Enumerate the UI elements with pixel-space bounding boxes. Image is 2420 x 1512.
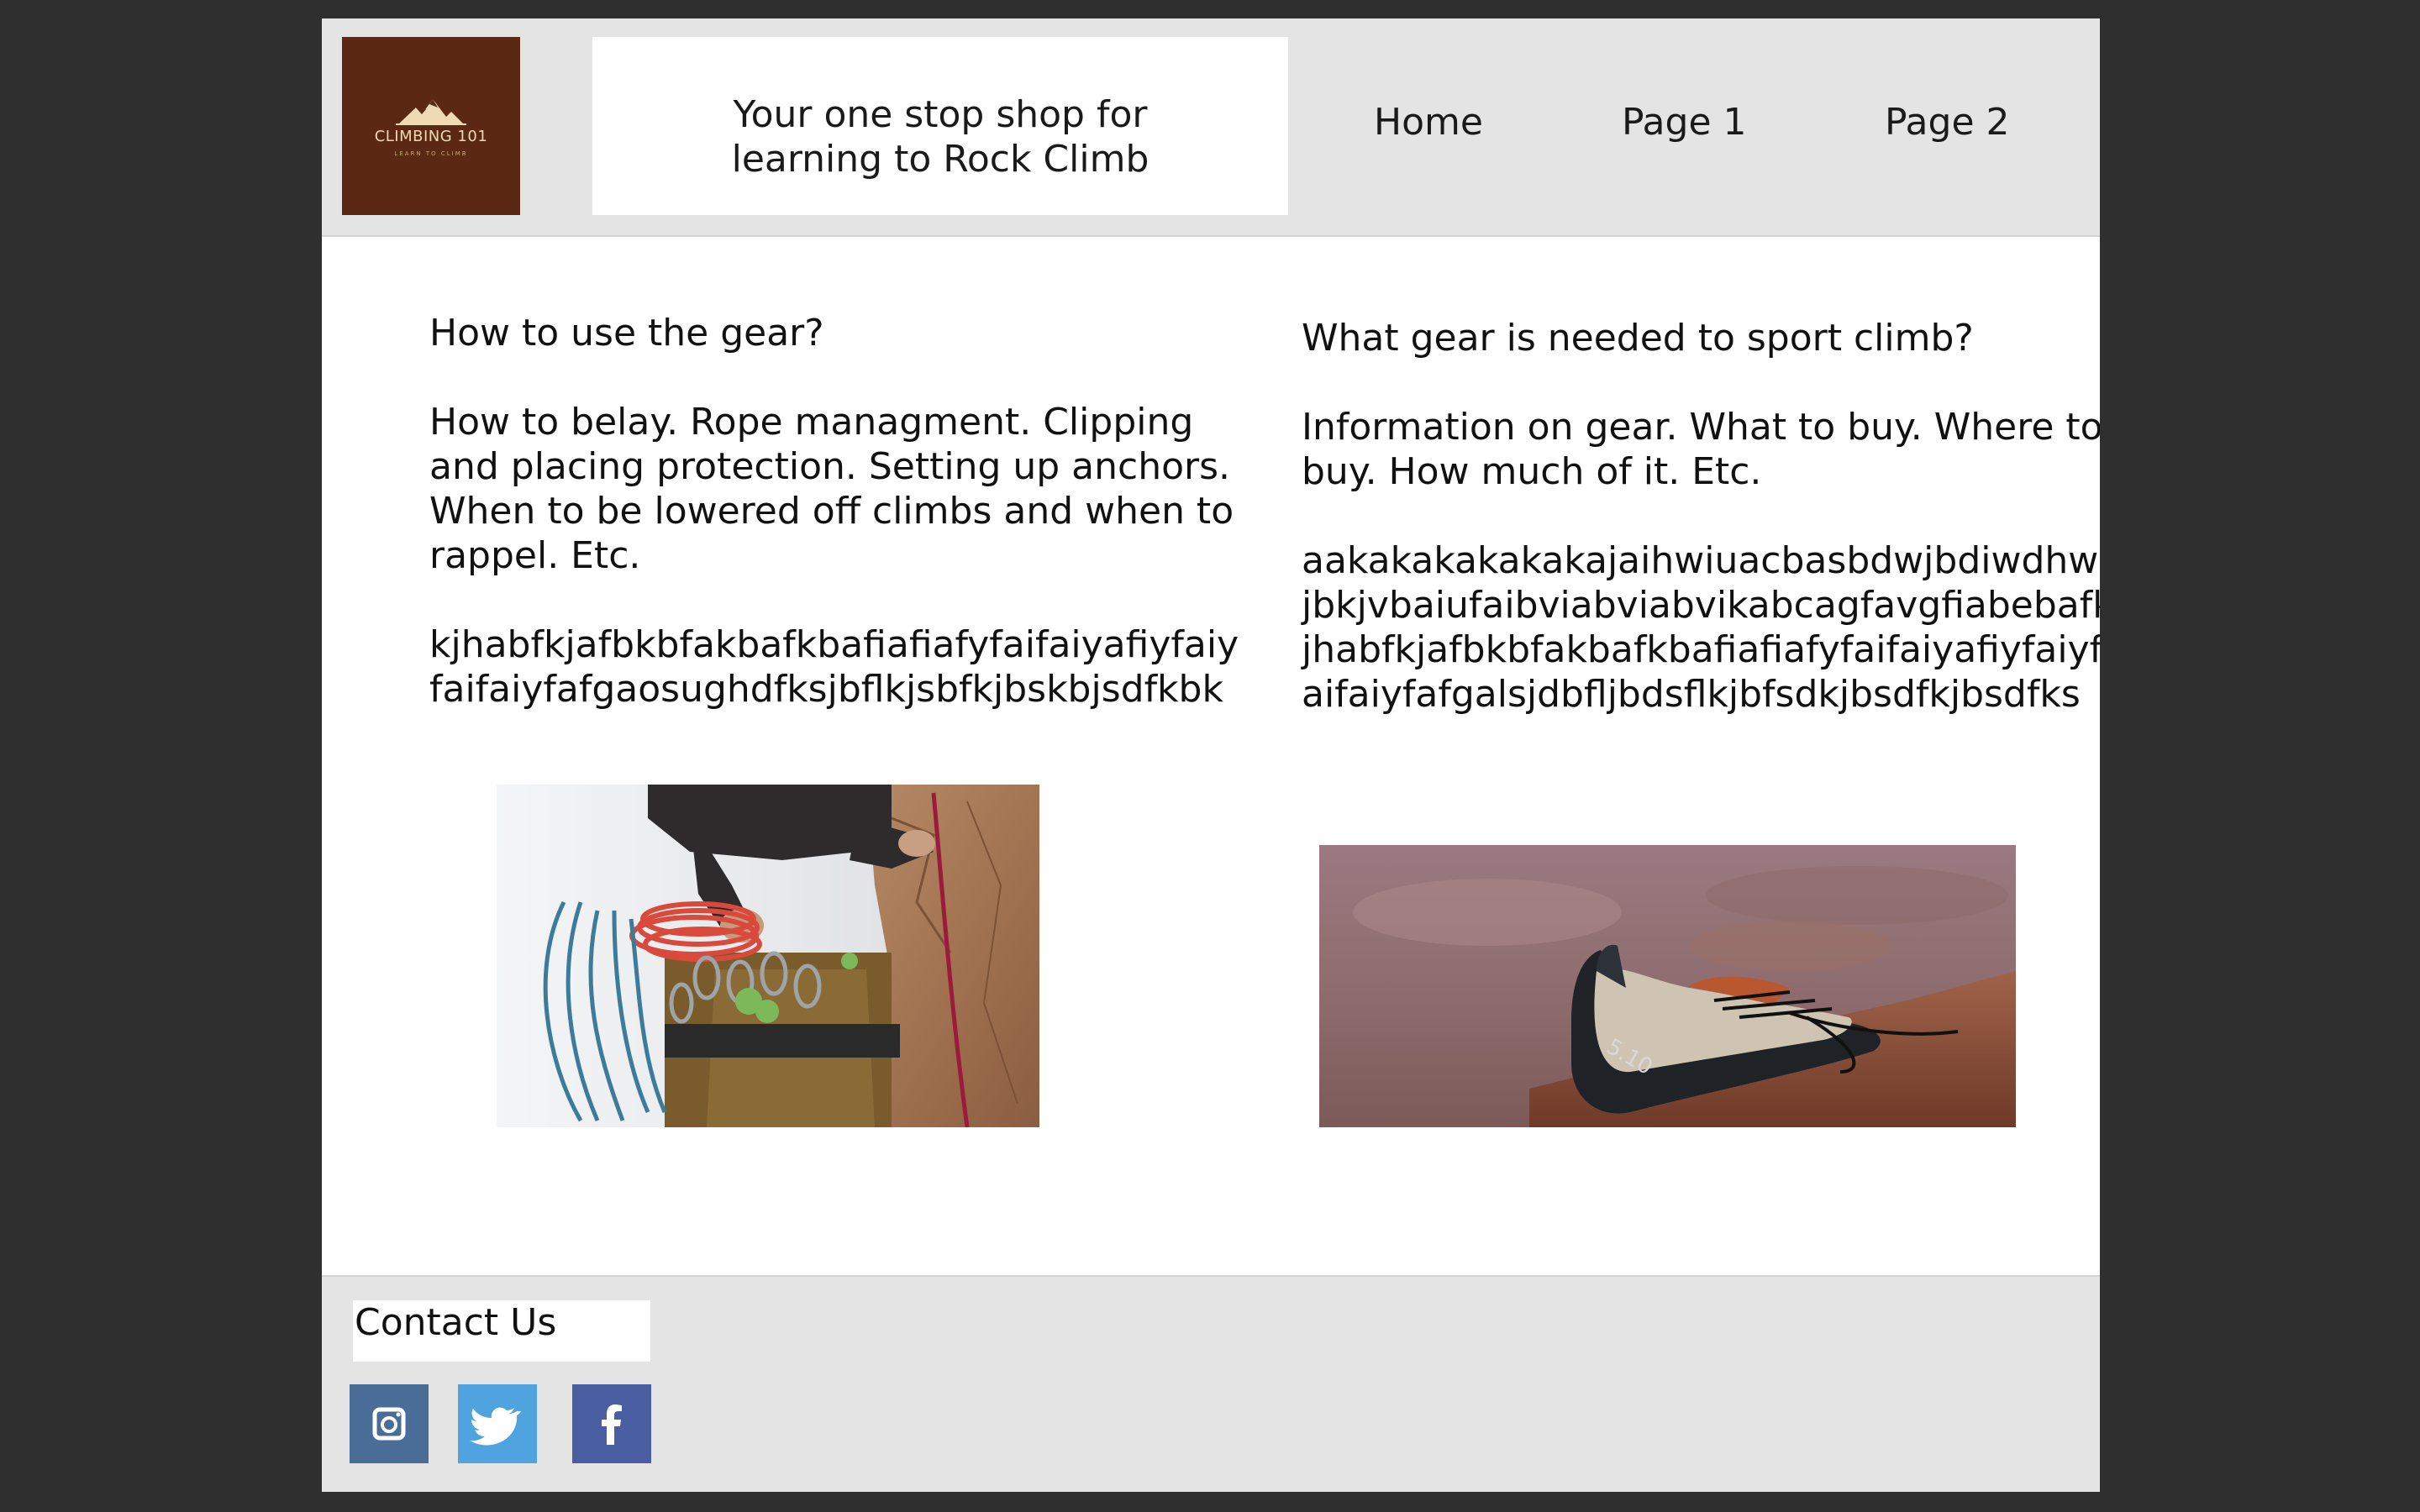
instagram-button[interactable] — [350, 1384, 429, 1463]
instagram-icon — [350, 1384, 429, 1463]
nav-home-link[interactable]: Home — [1374, 101, 1483, 144]
site-header: CLIMBING 101 LEARN TO CLIMB Your one sto… — [322, 18, 2100, 237]
site-footer: Contact Us — [322, 1275, 2100, 1492]
left-column: How to use the gear? How to belay. Rope … — [429, 311, 1239, 711]
facebook-icon — [572, 1384, 651, 1463]
left-body-line: When to be lowered off climbs and when t… — [429, 490, 1234, 533]
tagline-line-2: learning to Rock Climb — [731, 138, 1150, 181]
twitter-icon — [458, 1384, 537, 1463]
contact-us-label[interactable]: Contact Us — [355, 1300, 556, 1345]
right-filler-line: aakakakakakakajaihwiuacbasbdwjbdiwdhwbk — [1302, 539, 2100, 582]
climber-gear-harness-photo — [497, 785, 1039, 1127]
site-logo[interactable]: CLIMBING 101 LEARN TO CLIMB — [342, 37, 520, 215]
mountain-icon — [396, 99, 466, 125]
site-tagline: Your one stop shop for learning to Rock … — [592, 92, 1288, 181]
left-filler-line: faifaiyfafgaosughdfksjbflkjsbfkjbskbjsdf… — [429, 668, 1223, 711]
right-body-line: Information on gear. What to buy. Where … — [1302, 406, 2100, 449]
climbing-shoe-photo: 5.10 — [1319, 845, 2016, 1127]
logo-title: CLIMBING 101 — [374, 128, 488, 145]
tagline-line-1: Your one stop shop for — [733, 93, 1148, 136]
right-filler-line: jbkjvbaiufaibviabviabvikabcagfavgfiabeba… — [1302, 584, 2100, 627]
right-heading: What gear is needed to sport climb? — [1302, 317, 1974, 360]
right-filler-line: aifaiyfafgalsjdbfljbdsflkjbfsdkjbsdfkjbs… — [1302, 673, 2081, 716]
tagline-box: Your one stop shop for learning to Rock … — [592, 37, 1288, 215]
twitter-button[interactable] — [458, 1384, 537, 1463]
left-body-line: How to belay. Rope managment. Clipping — [429, 401, 1194, 444]
left-filler-line: kjhabfkjafbkbfakbafkbafiafiafyfaifaiyafi… — [429, 623, 1239, 666]
right-column: What gear is needed to sport climb? Info… — [1302, 316, 2100, 717]
logo-subtitle: LEARN TO CLIMB — [394, 150, 468, 157]
left-body-line: rappel. Etc. — [429, 534, 641, 577]
left-heading: How to use the gear? — [429, 312, 824, 354]
facebook-button[interactable] — [572, 1384, 651, 1463]
nav-page2-link[interactable]: Page 2 — [1885, 101, 2010, 144]
right-body-line: buy. How much of it. Etc. — [1302, 450, 1762, 493]
contact-box[interactable]: Contact Us — [353, 1300, 650, 1362]
right-filler-line: jhabfkjafbkbfakbafkbafiafiafyfaifaiyafiy… — [1302, 628, 2100, 671]
nav-page1-link[interactable]: Page 1 — [1622, 101, 1747, 144]
left-body-line: and placing protection. Setting up ancho… — [429, 445, 1231, 488]
page-frame: CLIMBING 101 LEARN TO CLIMB Your one sto… — [322, 18, 2100, 1492]
